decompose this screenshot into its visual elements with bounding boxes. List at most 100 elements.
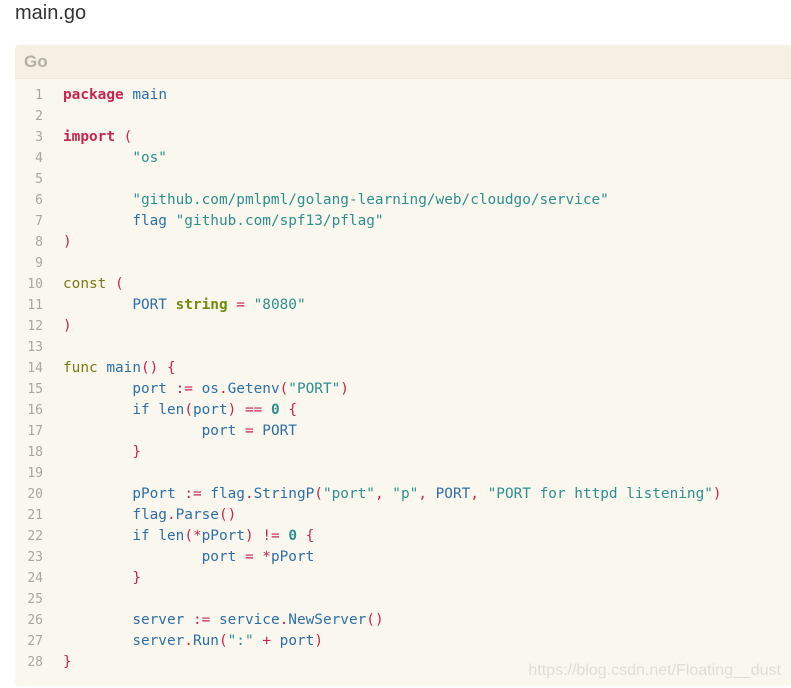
code-token: if bbox=[132, 528, 150, 544]
code-line: 15 port := os.Getenv("PORT") bbox=[15, 379, 791, 400]
code-text: port = *pPort bbox=[63, 547, 315, 568]
code-text: ) bbox=[63, 232, 72, 253]
code-body[interactable]: 1 package main 2 3 import (4 "os" 5 6 "github.… bbox=[15, 85, 791, 673]
code-line: 12) bbox=[15, 316, 791, 337]
code-token: "github.com/spf13/pflag" bbox=[175, 213, 384, 229]
line-number: 28 bbox=[27, 655, 43, 670]
code-token: := bbox=[175, 381, 193, 397]
code-token: := bbox=[184, 486, 202, 502]
code-token: const bbox=[63, 276, 107, 292]
code-line: 16 if len(port) == 0 { bbox=[15, 400, 791, 421]
code-text: "os" bbox=[63, 148, 167, 169]
code-text: import ( bbox=[63, 127, 132, 148]
code-text: flag "github.com/spf13/pflag" bbox=[63, 211, 384, 232]
code-line: 5 bbox=[15, 169, 791, 190]
line-number: 19 bbox=[27, 466, 43, 481]
code-line: 27 server.Run(":" + port) bbox=[15, 631, 791, 652]
code-block: Go 1 package main 2 3 import (4 "os" 5 6 "gith… bbox=[15, 45, 791, 686]
code-token: ) bbox=[227, 402, 237, 418]
code-token: PORT bbox=[262, 423, 297, 439]
language-label: Go bbox=[24, 52, 48, 71]
code-line: 25 bbox=[15, 589, 791, 610]
code-token: . bbox=[218, 381, 228, 397]
code-token: := bbox=[192, 612, 211, 628]
code-token: "port" bbox=[322, 486, 375, 502]
code-token: ( bbox=[314, 486, 323, 502]
code-token: "p" bbox=[392, 486, 419, 502]
line-number: 21 bbox=[27, 508, 43, 523]
line-number: 3 bbox=[35, 130, 43, 145]
code-token: ":" bbox=[227, 633, 254, 649]
code-token: "github.com/pmlpml/golang-learning/web/c… bbox=[132, 192, 609, 208]
code-token: , bbox=[374, 486, 384, 502]
code-text: } bbox=[63, 568, 141, 589]
code-line: 21 flag.Parse() bbox=[15, 505, 791, 526]
code-token: Run bbox=[192, 633, 219, 649]
code-token: StringP bbox=[253, 486, 315, 502]
code-text: "github.com/pmlpml/golang-learning/web/c… bbox=[63, 190, 609, 211]
code-token: server bbox=[132, 633, 185, 649]
line-number: 2 bbox=[35, 109, 43, 124]
line-number: 10 bbox=[27, 277, 43, 292]
code-text: } bbox=[63, 442, 141, 463]
code-token: len bbox=[158, 528, 185, 544]
code-token: os bbox=[201, 381, 219, 397]
code-line: 4 "os" bbox=[15, 148, 791, 169]
line-number: 15 bbox=[27, 382, 43, 397]
code-token: () bbox=[218, 507, 237, 523]
code-token: flag bbox=[210, 486, 245, 502]
code-token: } bbox=[132, 570, 141, 586]
code-token: ) bbox=[340, 381, 349, 397]
code-token: main bbox=[132, 87, 167, 103]
code-token: = bbox=[244, 549, 254, 565]
line-number: 6 bbox=[35, 193, 43, 208]
code-token: port bbox=[201, 423, 237, 439]
line-number: 24 bbox=[27, 571, 43, 586]
watermark: https://blog.csdn.net/Floating__dust bbox=[528, 662, 781, 679]
line-number: 11 bbox=[27, 298, 43, 313]
code-token: () bbox=[366, 612, 384, 628]
code-line: 8) bbox=[15, 232, 791, 253]
code-text: port = PORT bbox=[63, 421, 297, 442]
code-line: 13 bbox=[15, 337, 791, 358]
line-number: 26 bbox=[27, 613, 43, 628]
code-line: 23 port = *pPort bbox=[15, 547, 791, 568]
line-number: 5 bbox=[35, 172, 43, 187]
code-text: PORT string = "8080" bbox=[63, 295, 305, 316]
code-token: pPort bbox=[270, 549, 315, 565]
line-number: 7 bbox=[35, 214, 43, 229]
code-token: 0 bbox=[288, 528, 297, 544]
code-text: if len(*pPort) != 0 { bbox=[63, 526, 314, 547]
code-token: Getenv bbox=[227, 381, 280, 397]
code-token: service bbox=[218, 612, 280, 628]
code-token: import bbox=[63, 129, 115, 145]
code-token: "PORT" bbox=[288, 381, 341, 397]
code-token: , bbox=[418, 486, 427, 502]
code-token: flag bbox=[132, 213, 167, 229]
code-token: = bbox=[244, 423, 254, 439]
code-token: func bbox=[63, 360, 98, 376]
code-line: 2 bbox=[15, 106, 791, 127]
code-token: ) bbox=[63, 318, 72, 334]
